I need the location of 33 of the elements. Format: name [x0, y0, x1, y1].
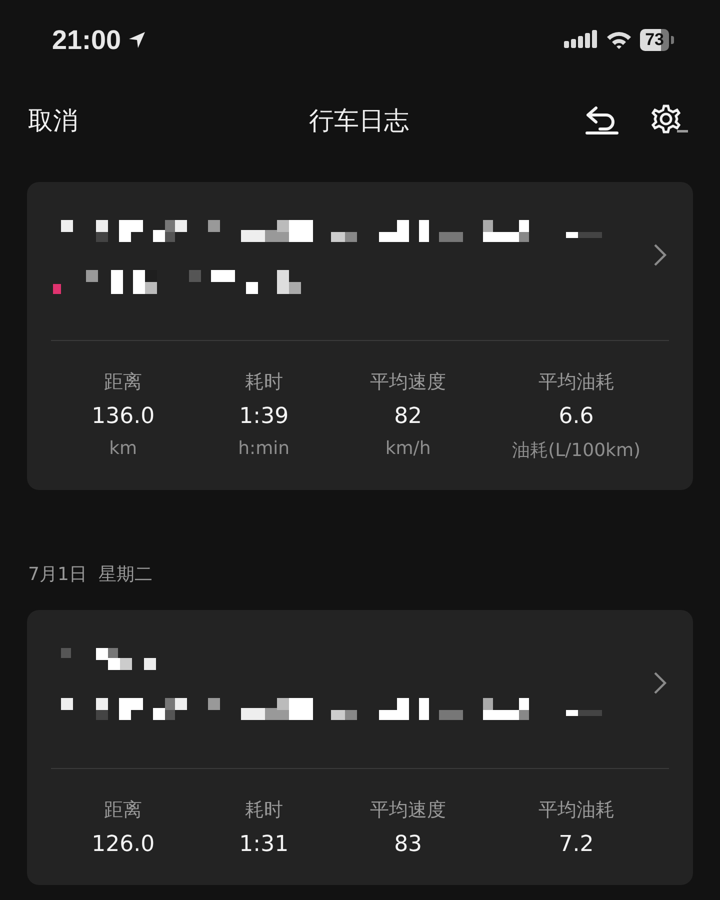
stat-label: 平均速度: [370, 370, 446, 395]
chevron-right-icon: [653, 243, 667, 267]
stat-value: 1:39: [239, 404, 289, 429]
trip-card[interactable]: 距离 136.0 km 耗时 1:39 h:min 平均速度 82 km/h 平均油耗 6.6 油耗(L/100km): [27, 182, 693, 490]
date-heading: 7月1日 星期二: [28, 563, 154, 586]
location-arrow-icon: [127, 30, 148, 50]
stat-value: 126.0: [92, 832, 155, 857]
stat-label: 平均速度: [370, 798, 446, 823]
stat-label: 距离: [104, 798, 142, 823]
stat-value: 82: [394, 404, 422, 429]
stat-unit: 油耗(L/100km): [512, 439, 641, 462]
signal-icon: [564, 30, 598, 50]
stat-label: 平均油耗: [538, 370, 614, 395]
stat-unit: km/h: [385, 438, 431, 459]
stat-label: 平均油耗: [538, 798, 614, 823]
undo-icon[interactable]: [584, 105, 620, 135]
status-time: 21:00: [52, 24, 122, 56]
stat-value: 7.2: [558, 832, 594, 857]
stat-unit: km: [109, 438, 138, 459]
stat-value: 1:31: [239, 832, 289, 857]
cancel-button[interactable]: 取消: [28, 104, 78, 136]
page-title: 行车日志: [309, 104, 409, 136]
stat-value: 83: [394, 832, 422, 857]
stat-unit: h:min: [238, 438, 290, 459]
stat-label: 耗时: [244, 370, 283, 395]
wifi-icon: [606, 30, 632, 50]
battery-indicator: 73: [640, 29, 674, 51]
trip-card[interactable]: 距离 126.0 耗时 1:31 平均速度 83 平均油耗 7.2: [27, 610, 693, 885]
stat-value: 6.6: [558, 404, 594, 429]
stat-value: 136.0: [92, 404, 155, 429]
stat-label: 距离: [104, 370, 142, 395]
stat-label: 耗时: [244, 798, 283, 823]
chevron-right-icon: [653, 671, 667, 695]
